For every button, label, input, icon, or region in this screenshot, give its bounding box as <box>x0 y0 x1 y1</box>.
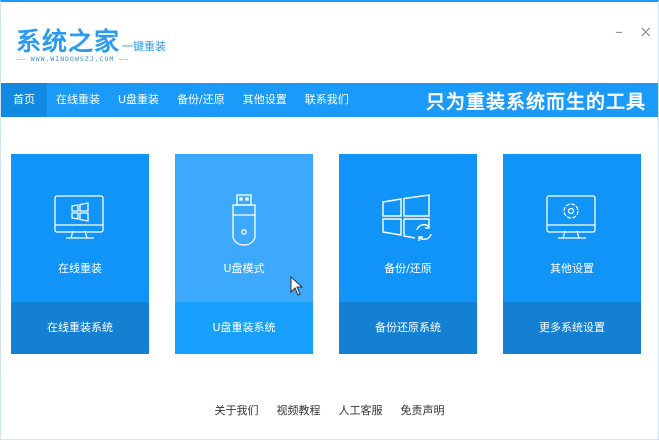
card-title: 其他设置 <box>550 262 594 275</box>
customer-service-link[interactable]: 人工客服 <box>339 402 383 418</box>
logo: 系统之家 一键重装 —— WWW.WINDOWSZJ.COM —— <box>16 22 167 63</box>
main-nav: 首页 在线重装 U盘重装 备份/还原 其他设置 联系我们 只为重装系统而生的工具 <box>1 83 658 117</box>
nav-usb-reinstall[interactable]: U盘重装 <box>109 83 168 117</box>
usb-reinstall-button[interactable]: U盘重装系统 <box>175 302 313 354</box>
nav-backup-restore[interactable]: 备份/还原 <box>168 83 234 117</box>
backup-restore-button[interactable]: 备份还原系统 <box>339 302 477 354</box>
more-settings-button[interactable]: 更多系统设置 <box>503 302 641 354</box>
slogan: 只为重装系统而生的工具 <box>425 91 646 113</box>
disclaimer-link[interactable]: 免责声明 <box>401 402 445 418</box>
card-backup-restore[interactable]: 备份/还原 备份还原系统 <box>339 154 477 354</box>
windows-restore-icon <box>339 194 477 249</box>
logo-url: —— WWW.WINDOWSZJ.COM —— <box>16 55 130 63</box>
card-online-reinstall[interactable]: 在线重装 在线重装系统 <box>11 154 149 354</box>
mouse-cursor-icon <box>290 276 304 296</box>
usb-drive-icon <box>175 194 313 249</box>
nav-other-settings[interactable]: 其他设置 <box>234 83 296 117</box>
video-tutorial-link[interactable]: 视频教程 <box>277 402 321 418</box>
nav-contact[interactable]: 联系我们 <box>296 83 358 117</box>
about-link[interactable]: 关于我们 <box>215 402 259 418</box>
footer-links: 关于我们 视频教程 人工客服 免责声明 <box>1 402 658 418</box>
nav-online-reinstall[interactable]: 在线重装 <box>47 83 109 117</box>
monitor-gear-icon <box>503 194 641 249</box>
online-reinstall-button[interactable]: 在线重装系统 <box>11 302 149 354</box>
card-usb-mode[interactable]: U盘模式 U盘重装系统 <box>175 154 313 354</box>
card-title: U盘模式 <box>223 262 265 275</box>
close-button[interactable]: × <box>639 22 652 41</box>
card-title: 备份/还原 <box>384 262 432 275</box>
card-other-settings[interactable]: 其他设置 更多系统设置 <box>503 154 641 354</box>
logo-sub: 一键重装 <box>122 40 167 53</box>
logo-main: 系统之家 <box>16 27 121 56</box>
nav-home[interactable]: 首页 <box>1 83 47 117</box>
monitor-windows-icon <box>11 194 149 249</box>
card-title: 在线重装 <box>58 262 102 275</box>
minimize-button[interactable]: – <box>615 22 623 41</box>
